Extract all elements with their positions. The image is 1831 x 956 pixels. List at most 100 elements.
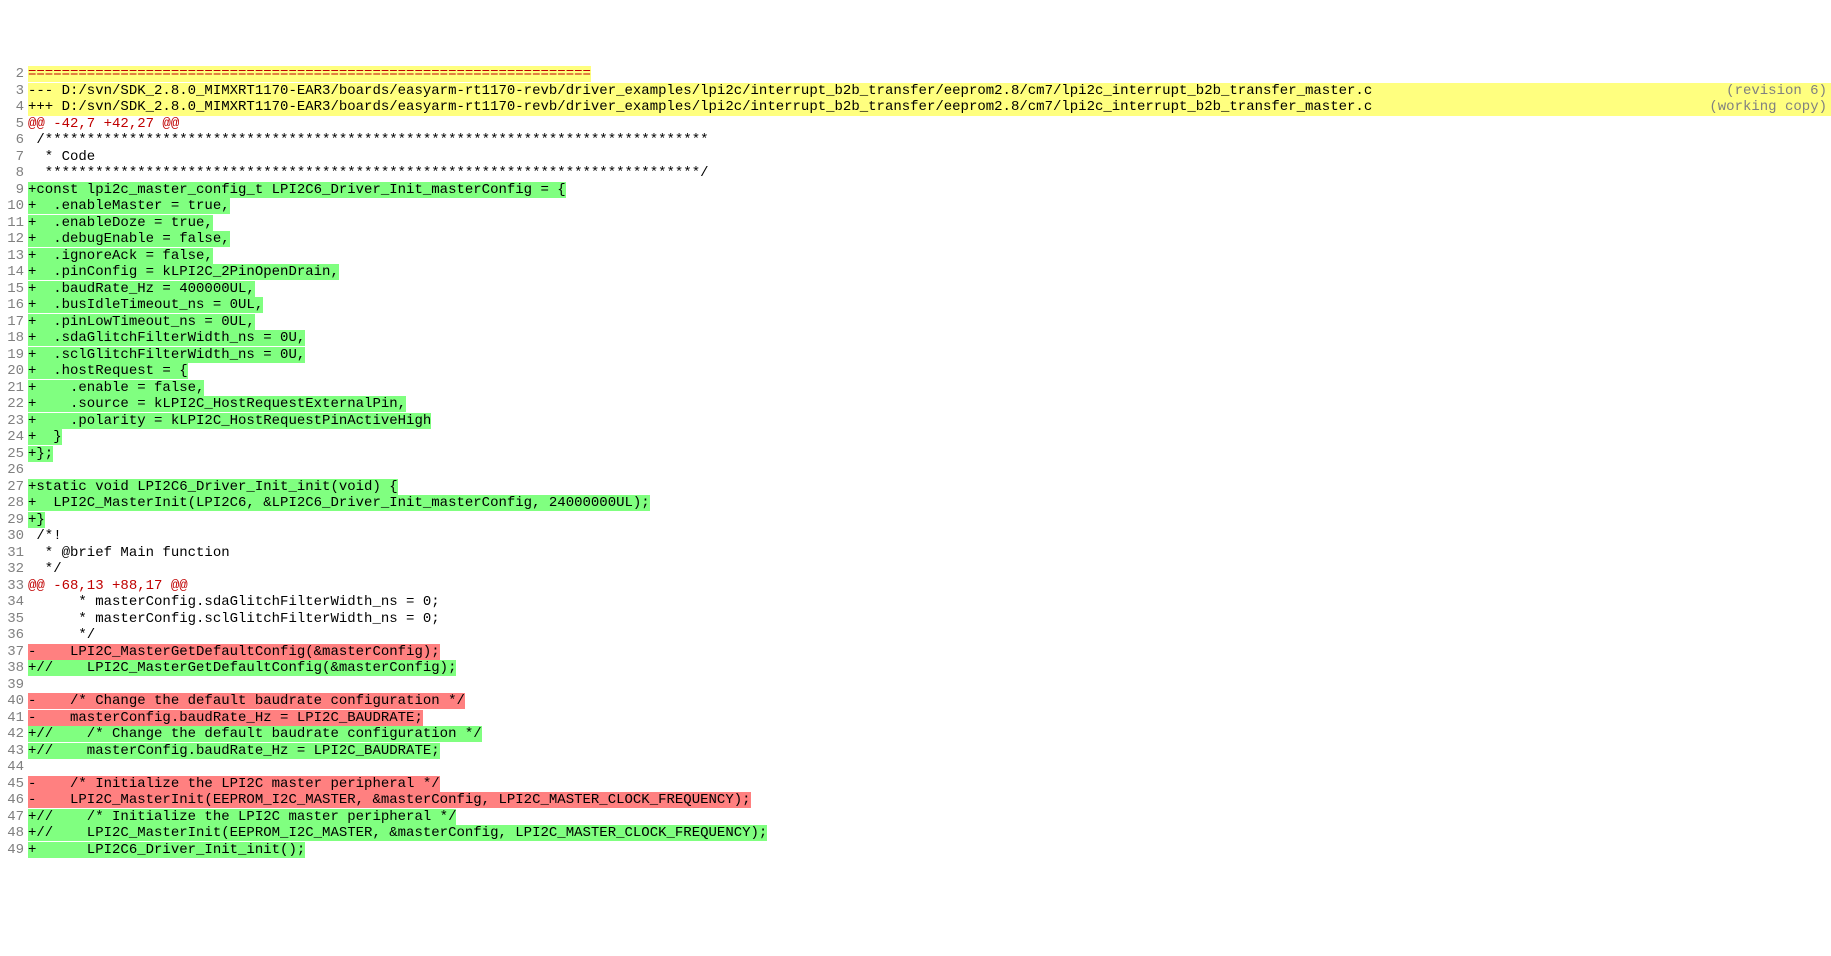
diff-line: 46- LPI2C_MasterInit(EEPROM_I2C_MASTER, … bbox=[0, 792, 1831, 809]
line-number: 34 bbox=[0, 594, 28, 611]
line-number: 31 bbox=[0, 545, 28, 562]
diff-segment: + LPI2C_MasterInit(LPI2C6, &LPI2C6_Drive… bbox=[28, 495, 650, 511]
diff-segment: /*! bbox=[28, 528, 62, 544]
line-content: +// masterConfig.baudRate_Hz = LPI2C_BAU… bbox=[28, 743, 1831, 760]
diff-segment: + LPI2C6_Driver_Init_init(); bbox=[28, 842, 305, 858]
diff-line: 36 */ bbox=[0, 627, 1831, 644]
line-content: + .enableMaster = true, bbox=[28, 198, 1831, 215]
line-number: 11 bbox=[0, 215, 28, 232]
line-number: 25 bbox=[0, 446, 28, 463]
diff-segment bbox=[28, 462, 36, 478]
line-content: +// /* Change the default baudrate confi… bbox=[28, 726, 1831, 743]
line-number: 6 bbox=[0, 132, 28, 149]
diff-line: 33@@ -68,13 +88,17 @@ bbox=[0, 578, 1831, 595]
line-number: 47 bbox=[0, 809, 28, 826]
line-content: +} bbox=[28, 512, 1831, 529]
line-content: @@ -42,7 +42,27 @@ bbox=[28, 116, 1831, 133]
line-content: - /* Change the default baudrate configu… bbox=[28, 693, 1831, 710]
line-content: /***************************************… bbox=[28, 132, 1831, 149]
line-content: * Code bbox=[28, 149, 1831, 166]
diff-line: 19+ .sclGlitchFilterWidth_ns = 0U, bbox=[0, 347, 1831, 364]
diff-segment: + .enableDoze = true, bbox=[28, 215, 213, 231]
line-content: - masterConfig.baudRate_Hz = LPI2C_BAUDR… bbox=[28, 710, 1831, 727]
diff-line: 30 /*! bbox=[0, 528, 1831, 545]
line-number: 17 bbox=[0, 314, 28, 331]
line-number: 46 bbox=[0, 792, 28, 809]
diff-line: 22+ .source = kLPI2C_HostRequestExternal… bbox=[0, 396, 1831, 413]
diff-line: 23+ .polarity = kLPI2C_HostRequestPinAct… bbox=[0, 413, 1831, 430]
diff-segment: + .baudRate_Hz = 400000UL, bbox=[28, 281, 255, 297]
diff-view: 2=======================================… bbox=[0, 66, 1831, 858]
diff-line: 39 bbox=[0, 677, 1831, 694]
diff-line: 5@@ -42,7 +42,27 @@ bbox=[0, 116, 1831, 133]
line-number: 29 bbox=[0, 512, 28, 529]
line-content: * masterConfig.sdaGlitchFilterWidth_ns =… bbox=[28, 594, 1831, 611]
line-content: - /* Initialize the LPI2C master periphe… bbox=[28, 776, 1831, 793]
diff-line: 13+ .ignoreAck = false, bbox=[0, 248, 1831, 265]
diff-line: 43+// masterConfig.baudRate_Hz = LPI2C_B… bbox=[0, 743, 1831, 760]
line-number: 5 bbox=[0, 116, 28, 133]
diff-line: 3--- D:/svn/SDK_2.8.0_MIMXRT1170-EAR3/bo… bbox=[0, 83, 1831, 100]
diff-line: 47+// /* Initialize the LPI2C master per… bbox=[0, 809, 1831, 826]
diff-segment: + } bbox=[28, 429, 62, 445]
diff-segment: +// /* Initialize the LPI2C master perip… bbox=[28, 809, 456, 825]
diff-line: 8 **************************************… bbox=[0, 165, 1831, 182]
diff-line: 20+ .hostRequest = { bbox=[0, 363, 1831, 380]
line-content: +static void LPI2C6_Driver_Init_init(voi… bbox=[28, 479, 1831, 496]
line-number: 10 bbox=[0, 198, 28, 215]
line-content: ****************************************… bbox=[28, 165, 1831, 182]
diff-line: 18+ .sdaGlitchFilterWidth_ns = 0U, bbox=[0, 330, 1831, 347]
diff-line: 11+ .enableDoze = true, bbox=[0, 215, 1831, 232]
diff-line: 27+static void LPI2C6_Driver_Init_init(v… bbox=[0, 479, 1831, 496]
line-number: 21 bbox=[0, 380, 28, 397]
diff-segment: + .hostRequest = { bbox=[28, 363, 188, 379]
diff-segment: + .enableMaster = true, bbox=[28, 198, 230, 214]
line-number: 35 bbox=[0, 611, 28, 628]
diff-segment: */ bbox=[28, 561, 62, 577]
diff-line: 28+ LPI2C_MasterInit(LPI2C6, &LPI2C6_Dri… bbox=[0, 495, 1831, 512]
diff-line: 2=======================================… bbox=[0, 66, 1831, 83]
diff-segment: +++ D:/svn/SDK_2.8.0_MIMXRT1170-EAR3/boa… bbox=[28, 99, 1676, 116]
diff-segment: /***************************************… bbox=[28, 132, 709, 148]
line-number: 20 bbox=[0, 363, 28, 380]
line-content: + } bbox=[28, 429, 1831, 446]
line-content: + .enableDoze = true, bbox=[28, 215, 1831, 232]
line-number: 48 bbox=[0, 825, 28, 842]
diff-line: 34 * masterConfig.sdaGlitchFilterWidth_n… bbox=[0, 594, 1831, 611]
line-number: 12 bbox=[0, 231, 28, 248]
diff-segment: - masterConfig.baudRate_Hz = LPI2C_BAUDR… bbox=[28, 710, 423, 726]
diff-line: 26 bbox=[0, 462, 1831, 479]
line-number: 4 bbox=[0, 99, 28, 116]
line-number: 9 bbox=[0, 182, 28, 199]
line-content: +++ D:/svn/SDK_2.8.0_MIMXRT1170-EAR3/boa… bbox=[28, 99, 1831, 116]
line-number: 39 bbox=[0, 677, 28, 694]
diff-line: 35 * masterConfig.sclGlitchFilterWidth_n… bbox=[0, 611, 1831, 628]
diff-segment: +const lpi2c_master_config_t LPI2C6_Driv… bbox=[28, 182, 566, 198]
diff-line: 41- masterConfig.baudRate_Hz = LPI2C_BAU… bbox=[0, 710, 1831, 727]
diff-line: 38+// LPI2C_MasterGetDefaultConfig(&mast… bbox=[0, 660, 1831, 677]
line-number: 42 bbox=[0, 726, 28, 743]
line-content: ========================================… bbox=[28, 66, 1831, 83]
line-number: 26 bbox=[0, 462, 28, 479]
diff-segment: +static void LPI2C6_Driver_Init_init(voi… bbox=[28, 479, 398, 495]
diff-segment bbox=[28, 677, 36, 693]
diff-line: 10+ .enableMaster = true, bbox=[0, 198, 1831, 215]
line-number: 14 bbox=[0, 264, 28, 281]
line-number: 41 bbox=[0, 710, 28, 727]
line-number: 22 bbox=[0, 396, 28, 413]
line-content: +// LPI2C_MasterGetDefaultConfig(&master… bbox=[28, 660, 1831, 677]
diff-segment: + .debugEnable = false, bbox=[28, 231, 230, 247]
diff-segment: - /* Change the default baudrate configu… bbox=[28, 693, 465, 709]
diff-segment bbox=[1693, 83, 1727, 100]
diff-segment: + .ignoreAck = false, bbox=[28, 248, 213, 264]
diff-line: 40- /* Change the default baudrate confi… bbox=[0, 693, 1831, 710]
line-number: 16 bbox=[0, 297, 28, 314]
diff-line: 42+// /* Change the default baudrate con… bbox=[0, 726, 1831, 743]
line-number: 36 bbox=[0, 627, 28, 644]
diff-segment: + .sdaGlitchFilterWidth_ns = 0U, bbox=[28, 330, 305, 346]
line-number: 49 bbox=[0, 842, 28, 859]
diff-line: 45- /* Initialize the LPI2C master perip… bbox=[0, 776, 1831, 793]
line-content: /*! bbox=[28, 528, 1831, 545]
line-number: 43 bbox=[0, 743, 28, 760]
diff-segment: +// LPI2C_MasterInit(EEPROM_I2C_MASTER, … bbox=[28, 825, 767, 841]
